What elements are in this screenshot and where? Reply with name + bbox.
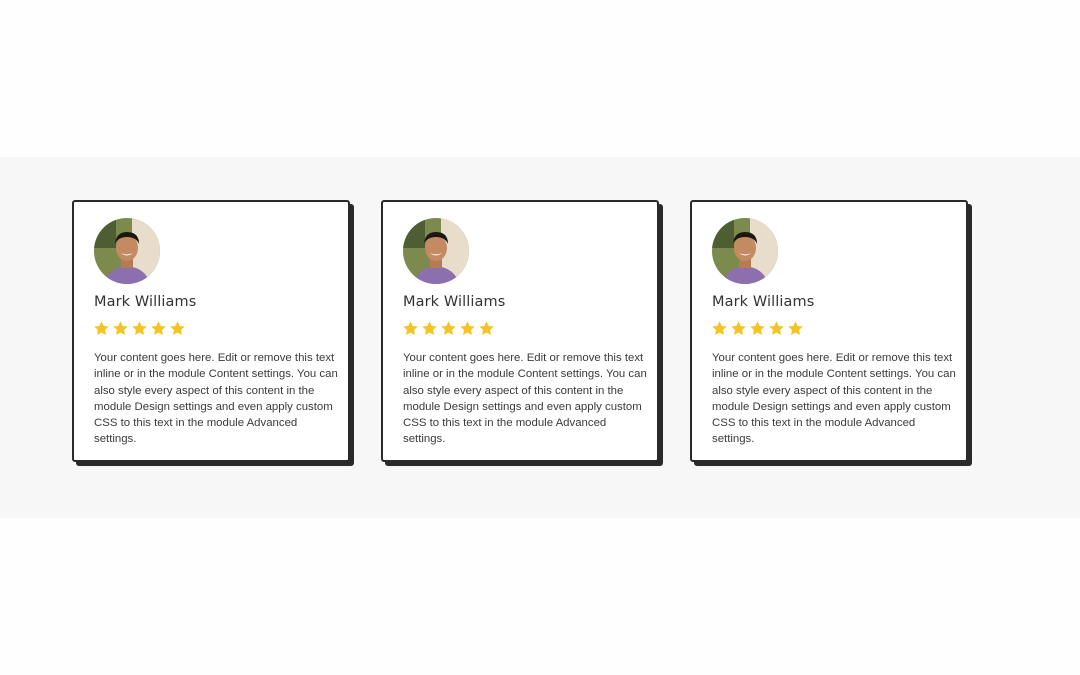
star-rating xyxy=(711,320,804,338)
reviewer-name: Mark Williams xyxy=(712,294,815,310)
testimonial-text: Your content goes here. Edit or remove t… xyxy=(712,352,956,446)
star-icon xyxy=(459,320,476,337)
testimonial-text: Your content goes here. Edit or remove t… xyxy=(403,352,647,446)
star-icon xyxy=(749,320,766,337)
avatar-photo xyxy=(94,218,160,284)
star-icon xyxy=(169,320,186,337)
reviewer-name: Mark Williams xyxy=(403,294,506,310)
star-icon xyxy=(421,320,438,337)
avatar xyxy=(712,218,778,284)
star-icon xyxy=(402,320,419,337)
star-icon xyxy=(730,320,747,337)
star-rating xyxy=(93,320,186,338)
testimonial-card: Mark Williams Your content goes here. Ed… xyxy=(381,200,659,462)
star-rating xyxy=(402,320,495,338)
avatar-photo xyxy=(403,218,469,284)
star-icon xyxy=(131,320,148,337)
star-icon xyxy=(112,320,129,337)
page: Mark Williams Your content goes here. Ed… xyxy=(0,0,1080,675)
testimonial-card: Mark Williams Your content goes here. Ed… xyxy=(72,200,350,462)
avatar-photo xyxy=(712,218,778,284)
avatar xyxy=(403,218,469,284)
testimonial-card: Mark Williams Your content goes here. Ed… xyxy=(690,200,968,462)
reviewer-name: Mark Williams xyxy=(94,294,197,310)
star-icon xyxy=(711,320,728,337)
star-icon xyxy=(150,320,167,337)
star-icon xyxy=(768,320,785,337)
star-icon xyxy=(440,320,457,337)
star-icon xyxy=(787,320,804,337)
star-icon xyxy=(93,320,110,337)
avatar xyxy=(94,218,160,284)
star-icon xyxy=(478,320,495,337)
testimonial-text: Your content goes here. Edit or remove t… xyxy=(94,352,338,446)
